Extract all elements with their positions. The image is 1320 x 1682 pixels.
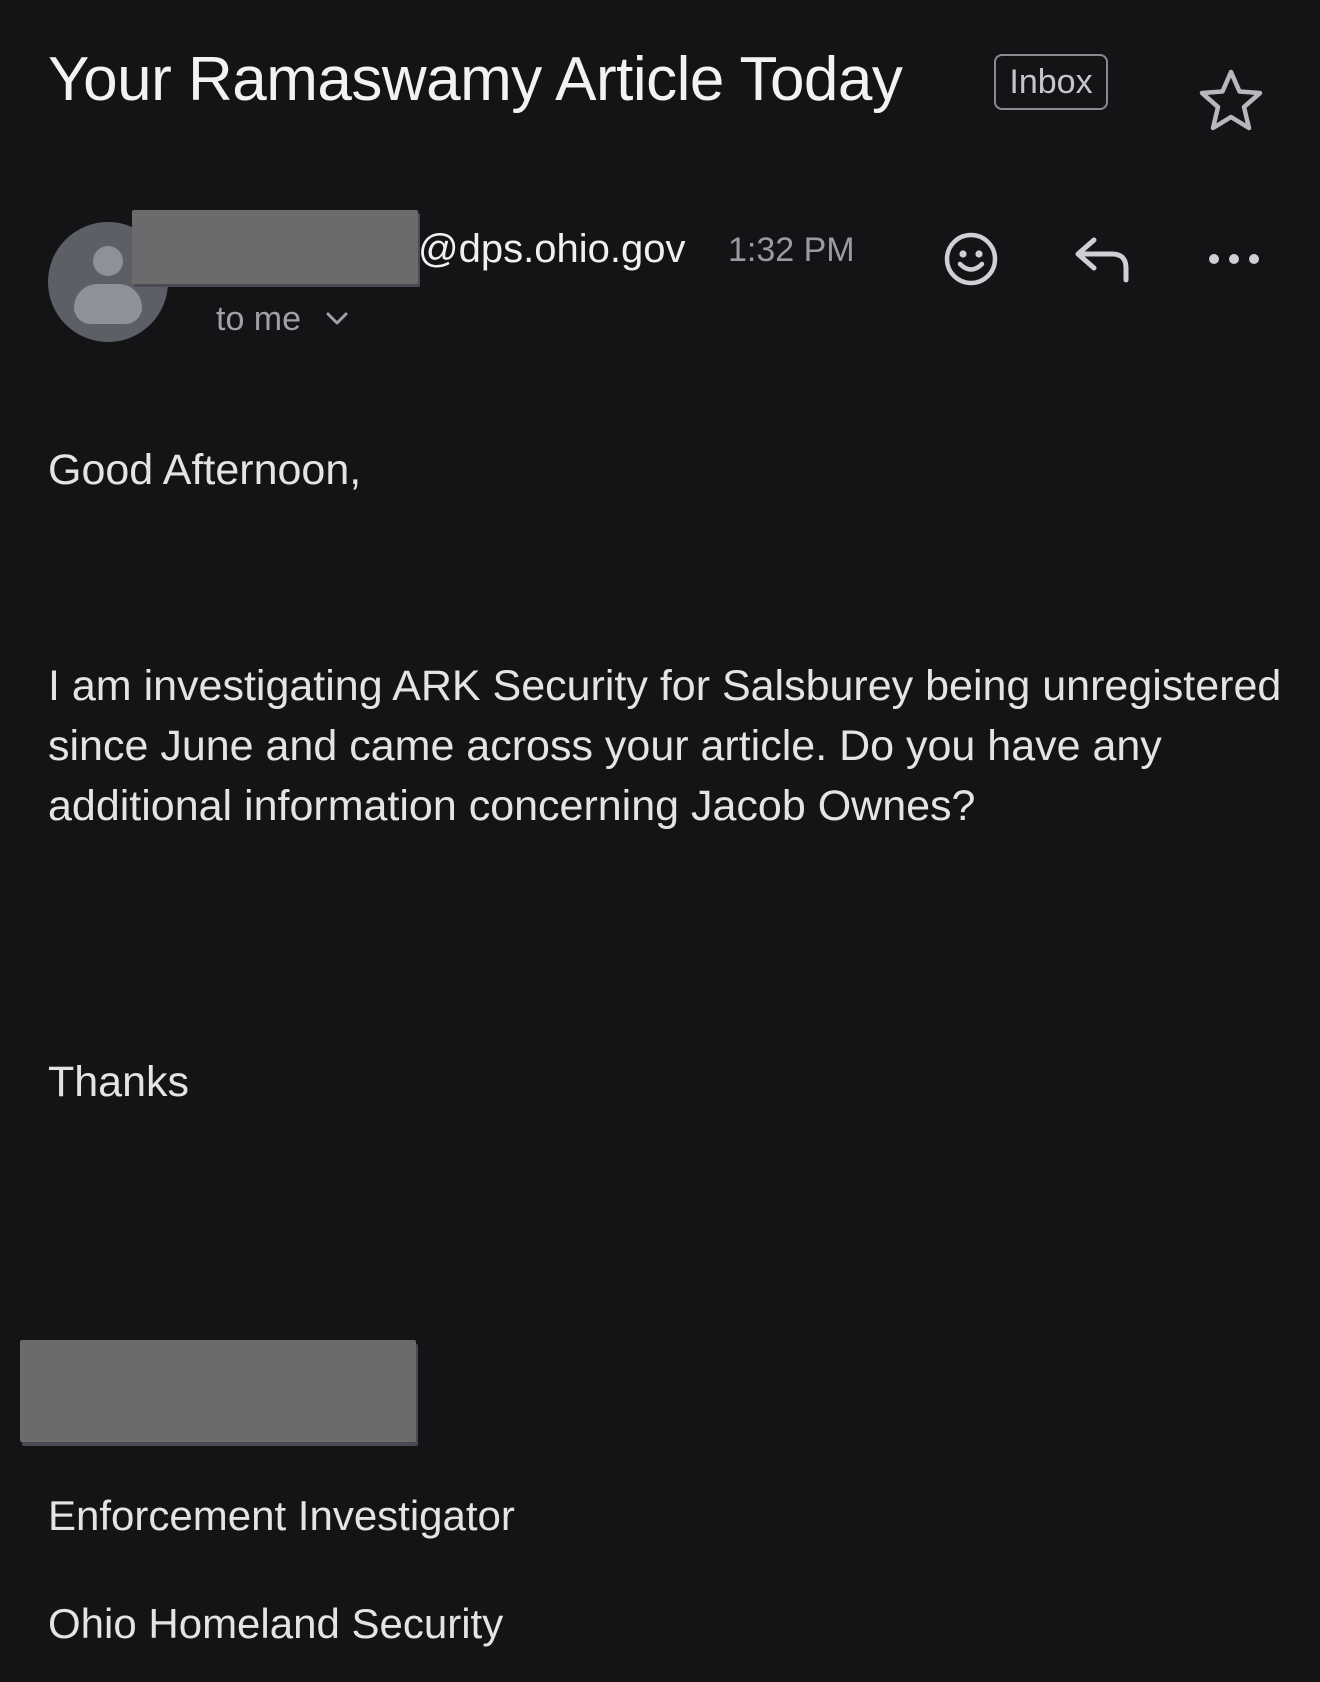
message-paragraph: I am investigating ARK Security for Sals… (48, 662, 1282, 830)
chevron-down-icon (326, 312, 348, 325)
inbox-label-chip[interactable]: Inbox (994, 54, 1108, 110)
signature-title: Enforcement Investigator (48, 1492, 515, 1539)
avatar-head-shape (93, 246, 123, 276)
message-greeting: Good Afternoon, (48, 446, 362, 494)
redacted-sender-name (132, 210, 418, 284)
message-closing: Thanks (48, 1058, 190, 1106)
avatar-body-shape (74, 284, 142, 324)
email-timestamp: 1:32 PM (728, 231, 855, 269)
redacted-signature-name (20, 1340, 416, 1442)
sender-email-domain[interactable]: @dps.ohio.gov (418, 224, 685, 274)
emoji-reaction-icon[interactable] (942, 230, 1000, 288)
star-icon[interactable] (1196, 66, 1266, 136)
recipient-text: to me (216, 299, 302, 338)
signature-organization: Ohio Homeland Security (48, 1600, 504, 1647)
recipient-details-toggle[interactable]: to me (216, 294, 349, 344)
more-options-icon[interactable] (1204, 244, 1264, 274)
email-subject: Your Ramaswamy Article Today (48, 45, 903, 114)
reply-icon[interactable] (1072, 234, 1134, 286)
